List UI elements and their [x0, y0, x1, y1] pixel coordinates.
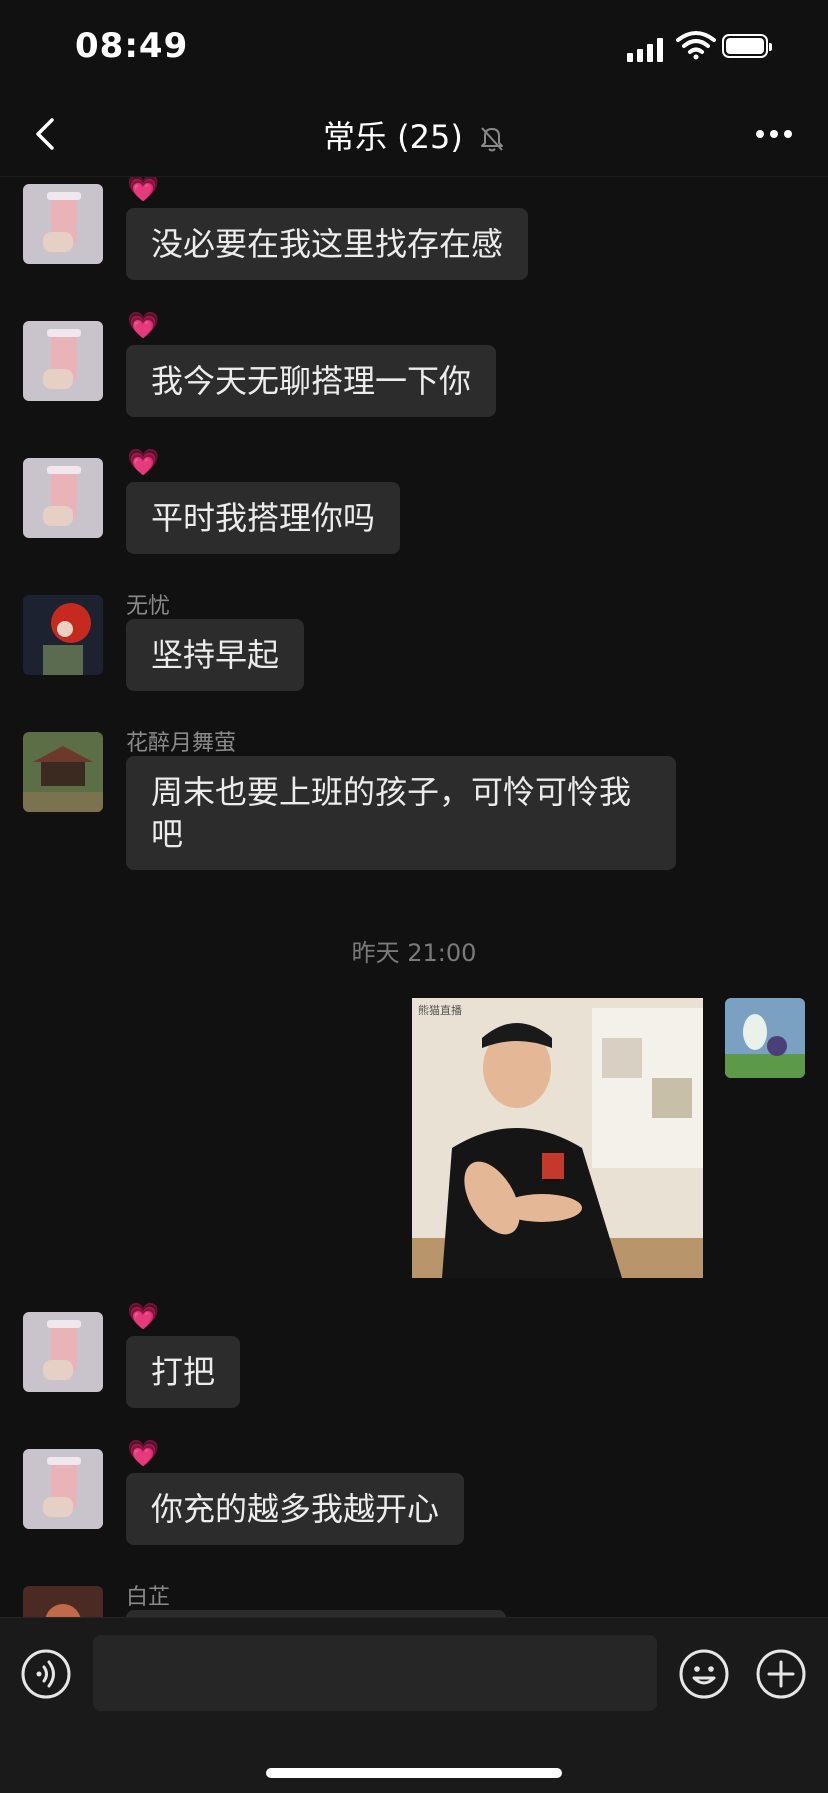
heart-badge: 💗 — [127, 1302, 160, 1332]
message-input[interactable] — [93, 1635, 657, 1711]
avatar-drink[interactable] — [23, 1312, 103, 1392]
message-bubble[interactable]: 平时我搭理你吗 — [126, 482, 401, 554]
home-indicator[interactable] — [266, 1768, 562, 1778]
my-avatar[interactable] — [725, 998, 805, 1078]
avatar-red-hair[interactable] — [23, 595, 103, 675]
avatar-pavilion[interactable] — [23, 732, 103, 812]
message-bubble[interactable]: 没必要在我这里找存在感 — [126, 208, 529, 280]
status-time: 08:49 — [75, 26, 189, 66]
avatar-pavilion-icon — [23, 732, 103, 812]
voice-input-icon[interactable] — [20, 1648, 72, 1700]
message-list[interactable]: 💗 没必要在我这里找存在感 💗 我今天无聊搭理一下你 💗 平时我搭理你吗 无忧 … — [0, 177, 828, 1617]
image-message[interactable]: 熊猫直播 — [412, 998, 703, 1278]
message-bubble[interactable]: 你充的越多我越开心 — [126, 1473, 465, 1545]
avatar-bai-zhi-icon — [23, 1586, 103, 1617]
chat-header: 常乐 (25) — [0, 92, 828, 177]
plus-icon[interactable] — [755, 1648, 807, 1700]
avatar-drink-icon — [23, 458, 103, 538]
time-divider: 昨天 21:00 — [351, 939, 477, 967]
wifi-icon — [676, 31, 716, 60]
chat-title: 常乐 (25) — [0, 112, 828, 158]
input-bar — [0, 1617, 828, 1793]
message-bubble[interactable]: 我今天无聊搭理一下你 — [126, 345, 497, 417]
my-avatar-icon — [725, 998, 805, 1078]
avatar-drink-icon — [23, 1312, 103, 1392]
message-bubble[interactable]: 周末也要上班的孩子，可怜可怜我吧 — [126, 756, 676, 870]
message-bubble[interactable]: 坚持早起 — [126, 619, 305, 691]
status-bar: 08:49 — [0, 0, 828, 92]
mute-bell-icon — [481, 127, 504, 152]
sender-name: 花醉月舞萤 — [126, 731, 237, 756]
avatar-drink[interactable] — [23, 321, 103, 401]
message-bubble[interactable] — [126, 1610, 506, 1617]
heart-badge: 💗 — [127, 177, 160, 204]
battery-icon — [722, 34, 772, 58]
avatar-drink[interactable] — [23, 1449, 103, 1529]
more-options-icon[interactable] — [756, 130, 792, 140]
avatar-drink-icon — [23, 321, 103, 401]
heart-badge: 💗 — [127, 448, 160, 478]
heart-badge: 💗 — [127, 311, 160, 341]
image-watermark: 熊猫直播 — [418, 1003, 462, 1017]
avatar-drink[interactable] — [23, 184, 103, 264]
avatar-drink[interactable] — [23, 458, 103, 538]
sender-name: 白芷 — [126, 1585, 171, 1610]
sender-name: 无忧 — [126, 594, 171, 619]
avatar-bai-zhi[interactable] — [23, 1586, 103, 1617]
group-name: 常乐 (25) — [322, 118, 463, 156]
cellular-signal-icon — [627, 36, 665, 62]
heart-badge: 💗 — [127, 1439, 160, 1469]
image-message-picture: 熊猫直播 — [412, 998, 703, 1278]
avatar-drink-icon — [23, 1449, 103, 1529]
avatar-red-hair-icon — [23, 595, 103, 675]
message-bubble[interactable]: 打把 — [126, 1336, 241, 1408]
avatar-drink-icon — [23, 184, 103, 264]
emoji-icon[interactable] — [678, 1648, 730, 1700]
